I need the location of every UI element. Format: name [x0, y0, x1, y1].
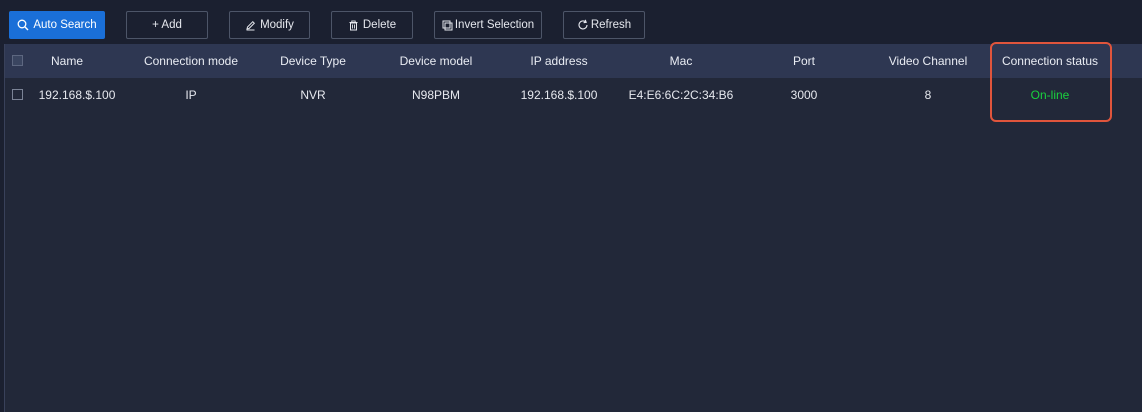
pencil-icon: [245, 20, 256, 31]
auto-search-button[interactable]: Auto Search: [9, 11, 105, 39]
invert-selection-label: Invert Selection: [454, 19, 535, 31]
column-header-name[interactable]: Name: [27, 44, 107, 78]
device-table: Name Connection mode Device Type Device …: [4, 44, 1142, 412]
table-header: Name Connection mode Device Type Device …: [5, 44, 1142, 78]
cell-name: 192.168.$.100: [38, 88, 116, 102]
cell-port: 3000: [790, 88, 818, 102]
cell-ip-address: 192.168.$.100: [520, 88, 598, 102]
select-all-checkbox[interactable]: [12, 55, 23, 66]
cell-device-type: NVR: [300, 88, 326, 102]
search-icon: [17, 19, 29, 31]
column-header-port[interactable]: Port: [764, 44, 844, 78]
device-manager-window: Auto Search + Add Modify Delete Invert S…: [0, 0, 1142, 412]
trash-icon: [348, 20, 359, 31]
column-header-device-model[interactable]: Device model: [381, 44, 491, 78]
column-header-mac[interactable]: Mac: [626, 44, 736, 78]
cell-connection-status: On-line: [1030, 88, 1070, 102]
cell-connection-mode: IP: [185, 88, 197, 102]
toolbar: Auto Search + Add Modify Delete Invert S…: [0, 0, 1142, 44]
modify-button[interactable]: Modify: [229, 11, 310, 39]
refresh-button[interactable]: Refresh: [563, 11, 645, 39]
add-label: + Add: [152, 19, 182, 31]
column-header-device-type[interactable]: Device Type: [263, 44, 363, 78]
auto-search-label: Auto Search: [33, 19, 97, 31]
column-header-connection-status[interactable]: Connection status: [995, 44, 1105, 78]
modify-label: Modify: [260, 19, 294, 31]
row-checkbox[interactable]: [12, 89, 23, 100]
cell-mac: E4:E6:6C:2C:34:B6: [628, 88, 734, 102]
invert-selection-icon: [442, 20, 453, 31]
column-header-video-channel[interactable]: Video Channel: [873, 44, 983, 78]
refresh-label: Refresh: [590, 19, 632, 31]
add-button[interactable]: + Add: [126, 11, 208, 39]
table-row[interactable]: 192.168.$.100 IP NVR N98PBM 192.168.$.10…: [5, 78, 1142, 112]
cell-device-model: N98PBM: [411, 88, 461, 102]
invert-selection-button[interactable]: Invert Selection: [434, 11, 542, 39]
delete-label: Delete: [362, 19, 397, 31]
delete-button[interactable]: Delete: [331, 11, 413, 39]
cell-video-channel: 8: [924, 88, 932, 102]
refresh-icon: [577, 19, 589, 31]
column-header-ip-address[interactable]: IP address: [504, 44, 614, 78]
column-header-connection-mode[interactable]: Connection mode: [131, 44, 251, 78]
